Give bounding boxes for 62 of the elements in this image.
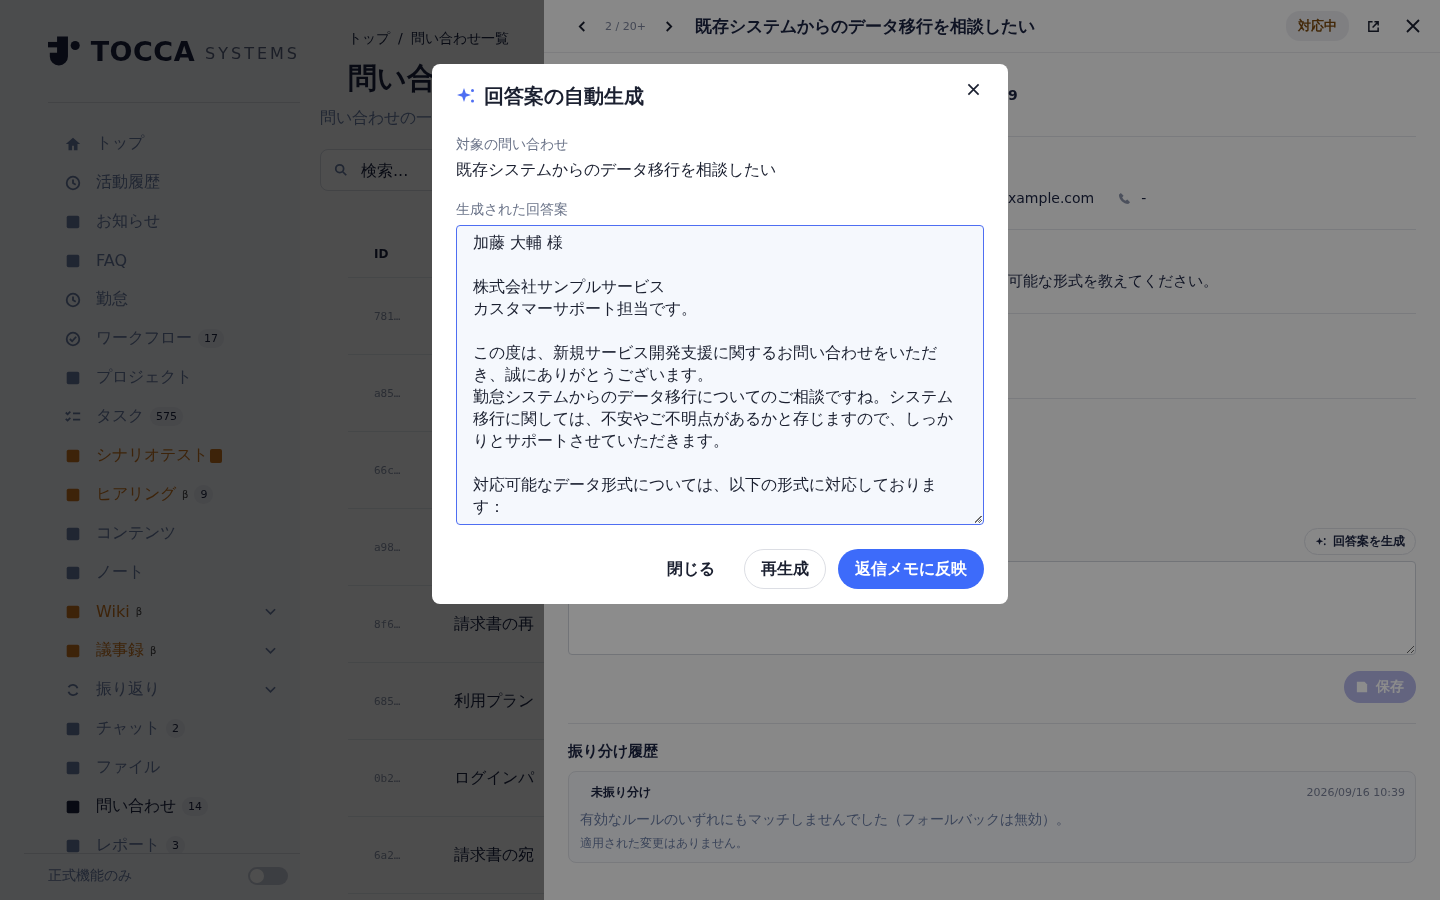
regenerate-button[interactable]: 再生成 [744,549,826,589]
count-badge: 575 [150,407,183,426]
close-icon[interactable] [967,82,980,96]
target-inquiry: 既存システムからのデータ移行を相談したい [456,160,777,181]
inquiry-number: 9 [1008,86,1018,103]
history-note: 適用された変更はありません。 [580,835,749,852]
field-label: 対象の問い合わせ [456,136,569,154]
count-badge: 14 [182,797,208,816]
search-icon [334,163,348,177]
breadcrumb-current: 問い合わせ一覧 [410,30,509,48]
sidebar-item[interactable]: 問い合わせ 14 [64,787,276,826]
history-time: 2026/09/16 10:39 [1306,786,1405,799]
count-badge: 3 [166,836,185,853]
section-heading: 振り分け履歴 [568,742,659,761]
count-badge: 17 [198,329,224,348]
status-badge[interactable]: 対応中 [1286,11,1349,41]
answer-line: この度は、新規サービス開発支援に関するお問い合わせをいただき、誠にありがとうございます。 [473,342,938,386]
table-cell: 請求書の再 [454,613,534,635]
column-header: ID [374,247,389,261]
inquiry-message: 可能な形式を教えてください。 [1008,272,1218,291]
email-text: xample.com [1008,190,1095,206]
pager-text: 2 / 20+ [605,19,646,33]
count-badge: 2 [166,719,185,738]
previous-icon[interactable] [578,19,587,33]
brand-name: TOCCA [90,35,196,67]
answer-line: 対応可能なデータ形式については、以下の形式に対応しております： [473,474,938,518]
page-title: 問い合 [348,60,436,97]
history-label: 未振り分け [590,784,651,801]
dialog-title: 回答案の自動生成 [484,82,644,110]
breadcrumb-link[interactable]: トップ [348,30,390,48]
sidebar-item[interactable]: ヒアリング β 9 [64,475,276,514]
beta-tag: β [135,606,142,617]
sidebar-item[interactable]: 議事録 β [64,631,276,670]
answer-line: 株式会社サンプルサービス [473,276,666,298]
external-link-icon[interactable] [1367,19,1380,33]
breadcrumb-separator: / [398,30,403,48]
inquiry-title: 既存システムからのデータ移行を相談したい [694,14,1035,38]
next-icon[interactable] [663,19,673,33]
field-label: 生成された回答案 [456,201,569,219]
sidebar-item[interactable]: シナリオテスト [64,436,276,475]
history-icon [64,173,82,192]
beta-tag: β [182,489,189,500]
close-button[interactable]: 閉じる [650,549,732,589]
generate-answer-button[interactable]: 回答案を生成 [1304,528,1416,555]
answer-line: 勤怠システムからのデータ移行についてのご相談ですね。システム移行に関しては、不安やご不明点があるかと存じますので、しっかりとサポートさせていただきます。 [473,386,954,452]
clock-icon [64,290,82,309]
count-badge: 9 [194,485,214,504]
answer-line: 加藤 大輔 様 [473,232,565,254]
check-circle-icon [64,329,82,348]
table-cell: 利用プラン [454,690,534,712]
table-cell: ログインパ [454,767,534,789]
phone-text: - [1141,190,1147,206]
beta-tag: β [150,645,157,656]
apply-button[interactable]: 返信メモに反映 [838,549,984,589]
resize-handle-icon[interactable] [974,515,982,523]
sparkle-icon [1315,535,1327,548]
sidebar-item[interactable]: Wiki β [64,592,276,631]
phone-icon [1118,191,1132,205]
history-message: 有効なルールのいずれにもマッチしませんでした（フォールバックは無効）。 [580,811,1071,829]
answer-field[interactable]: 加藤 大輔 様 株式会社サンプルサービス カスタマーサポート担当です。 この度は、新規サービス開発支援に関するお問い合わせをいただき、誠にありがとうございます。 勤怠システムからのデータ移行についてのご相談ですね。システム移行に関しては、不安やご不明点があるかと存じますので、しっかりとサポートさせていただきます。 対応可能なデータ形式については、以下の形式に対応しております： [456,225,984,525]
answer-line: カスタマーサポート担当です。 [473,298,698,320]
table-cell: 請求書の宛 [454,844,534,866]
